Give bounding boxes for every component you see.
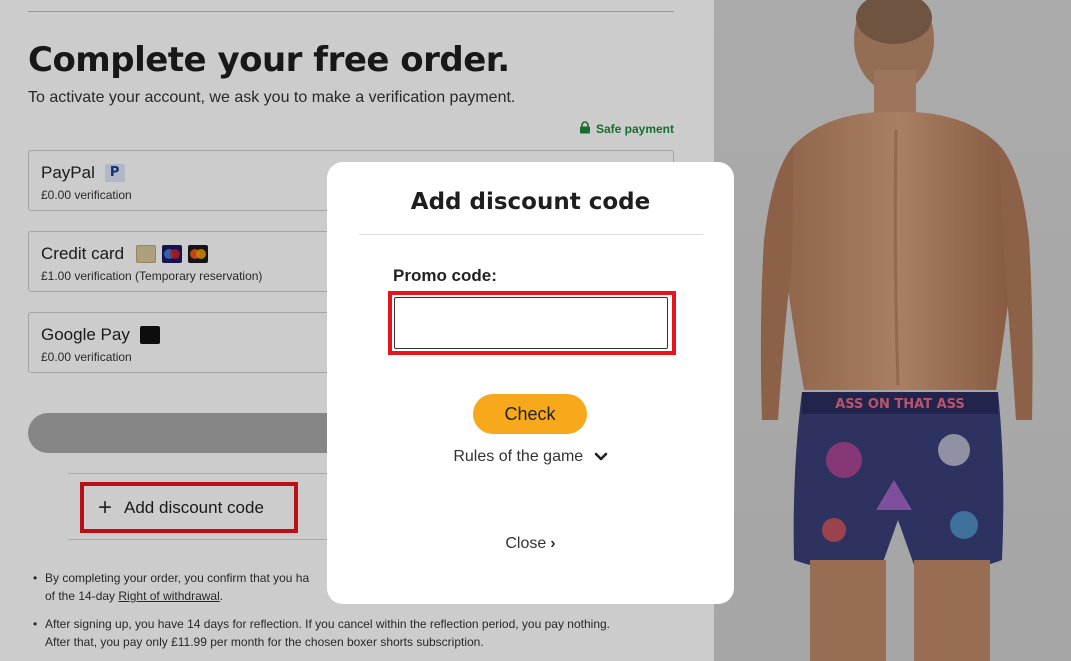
- close-label: Close: [505, 535, 547, 552]
- modal-title: Add discount code: [410, 189, 651, 215]
- promo-code-input[interactable]: [394, 297, 668, 349]
- chevron-down-icon: [588, 448, 608, 465]
- promo-code-label: Promo code:: [393, 266, 497, 285]
- check-button[interactable]: Check: [473, 394, 587, 434]
- rules-label: Rules of the game: [453, 448, 584, 465]
- discount-code-modal: Add discount code Promo code: Check Rule…: [327, 162, 734, 604]
- close-button[interactable]: Close ›: [327, 535, 734, 553]
- divider: [359, 234, 703, 235]
- rules-of-the-game-toggle[interactable]: Rules of the game: [327, 448, 734, 466]
- chevron-right-icon: ›: [550, 535, 556, 552]
